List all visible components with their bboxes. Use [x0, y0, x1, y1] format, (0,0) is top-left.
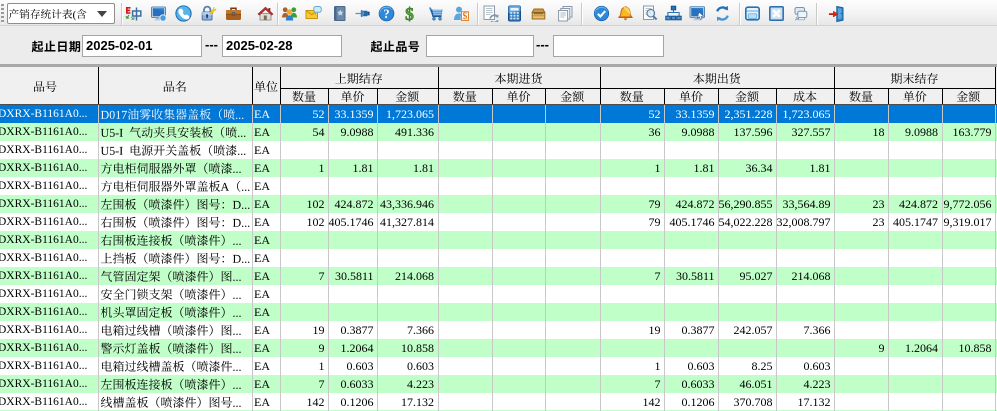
svg-text:$: $ — [463, 11, 468, 22]
svg-text:?: ? — [383, 7, 389, 21]
svg-text:$: $ — [405, 5, 414, 22]
